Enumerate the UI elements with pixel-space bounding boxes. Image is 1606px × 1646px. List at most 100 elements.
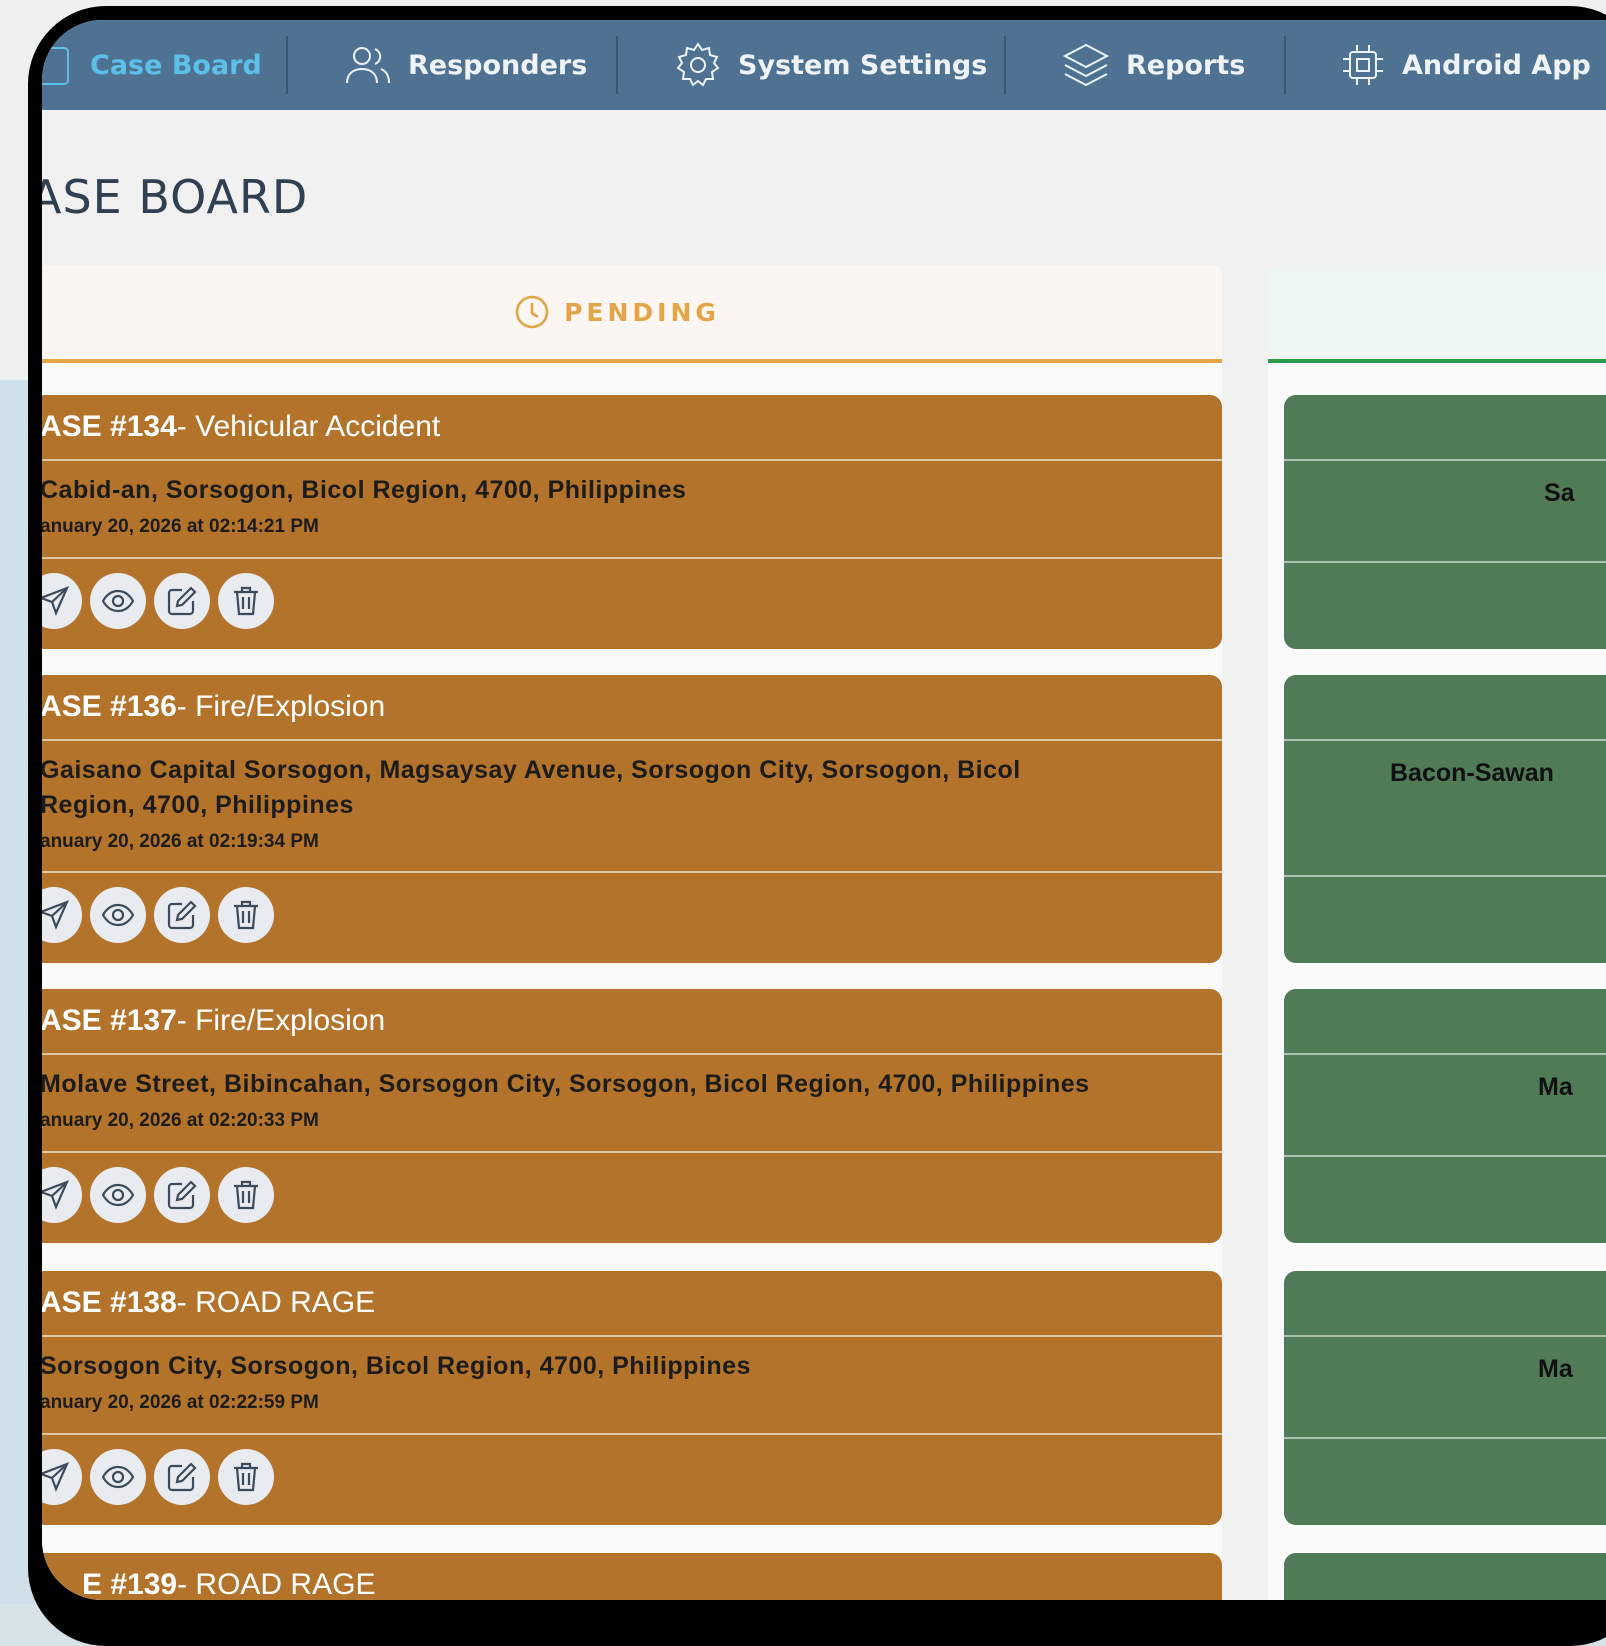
dispatch-button[interactable] [42, 887, 82, 943]
edit-icon [167, 1462, 197, 1492]
view-icon [101, 903, 135, 927]
edit-button[interactable] [154, 1449, 210, 1505]
case-address: Ma [1538, 1073, 1573, 1101]
delete-button[interactable] [218, 1449, 274, 1505]
case-card-header: ASE #134 - Vehicular Accident [42, 395, 1222, 461]
case-card-body: Molave Street, Bibincahan, Sorsogon City… [42, 1055, 1222, 1153]
case-timestamp: anuary 20, 2026 at 02:19:34 PM [42, 831, 319, 852]
nav-reports-label: Reports [1126, 49, 1246, 81]
edit-button[interactable] [154, 1167, 210, 1223]
dispatch-icon [42, 586, 70, 616]
case-card[interactable]: ASE #138 - ROAD RAGE Sorsogon City, Sors… [42, 1271, 1222, 1525]
case-card-header [1284, 989, 1606, 1055]
case-card-body: Bacon-Sawan [1284, 741, 1606, 877]
dispatch-icon [42, 1180, 70, 1210]
case-card-header: ASE #136 - Fire/Explosion [42, 675, 1222, 741]
case-card-header [1284, 1553, 1606, 1600]
clock-icon [515, 295, 549, 329]
delete-button[interactable] [218, 1167, 274, 1223]
case-card-header [1284, 675, 1606, 741]
case-number: ASE #138 [42, 1286, 177, 1319]
case-address: Ma [1538, 1355, 1573, 1383]
case-card[interactable] [1284, 1553, 1606, 1600]
dispatch-button[interactable] [42, 573, 82, 629]
nav-divider [286, 36, 288, 94]
edit-button[interactable] [154, 887, 210, 943]
case-number: ASE #136 [42, 690, 177, 723]
layers-icon [1062, 43, 1110, 87]
nav-system-settings[interactable]: System Settings [674, 37, 1004, 93]
case-actions [42, 1435, 1222, 1519]
case-card-body: Ma [1284, 1337, 1606, 1439]
case-timestamp: anuary 20, 2026 at 02:20:33 PM [42, 1110, 319, 1131]
case-address: Sorsogon City, Sorsogon, Bicol Region, 4… [42, 1352, 751, 1380]
case-address: Molave Street, Bibincahan, Sorsogon City… [42, 1070, 1090, 1098]
nav-divider [616, 36, 618, 94]
dispatch-button[interactable] [42, 1449, 82, 1505]
pending-column-label: PENDING [564, 297, 720, 327]
case-card-body: Sa [1284, 461, 1606, 563]
case-card-body: Sorsogon City, Sorsogon, Bicol Region, 4… [42, 1337, 1222, 1435]
case-timestamp: anuary 20, 2026 at 02:14:21 PM [42, 516, 319, 537]
nav-case-board-label: Case Board [90, 49, 262, 81]
case-card[interactable]: ASE #136 - Fire/Explosion Gaisano Capita… [42, 675, 1222, 963]
nav-android-app[interactable]: Android App [1340, 37, 1600, 93]
case-card[interactable]: ASE #134 - Vehicular Accident Cabid-an, … [42, 395, 1222, 649]
case-type: - ROAD RAGE [177, 1568, 376, 1600]
case-card[interactable]: Ma [1284, 1271, 1606, 1525]
delete-icon [234, 586, 258, 616]
view-button[interactable] [90, 887, 146, 943]
dispatch-icon [42, 1462, 70, 1492]
second-column-header [1268, 265, 1606, 363]
case-card-header: ASE #138 - ROAD RAGE [42, 1271, 1222, 1337]
view-button[interactable] [90, 573, 146, 629]
app-screen: Case Board Responders System Settings Re… [42, 20, 1606, 1600]
case-type: - Fire/Explosion [176, 690, 386, 723]
case-number: ASE #134 [42, 410, 177, 443]
case-card-header [1284, 1271, 1606, 1337]
case-card[interactable]: Sa [1284, 395, 1606, 649]
pending-column: PENDING ASE #134 - Vehicular Accident Ca… [42, 265, 1222, 1600]
delete-button[interactable] [218, 573, 274, 629]
case-card-body: Ma [1284, 1055, 1606, 1157]
view-icon [101, 589, 135, 613]
delete-button[interactable] [218, 887, 274, 943]
case-actions [42, 1153, 1222, 1237]
case-card[interactable]: Bacon-Sawan [1284, 675, 1606, 963]
case-card-header: ASE #137 - Fire/Explosion [42, 989, 1222, 1055]
view-button[interactable] [90, 1167, 146, 1223]
case-card-body: Cabid-an, Sorsogon, Bicol Region, 4700, … [42, 461, 1222, 559]
case-address: Sa [1544, 479, 1575, 507]
nav-divider [1284, 36, 1286, 94]
case-card[interactable]: Ma [1284, 989, 1606, 1243]
delete-icon [234, 900, 258, 930]
view-button[interactable] [90, 1449, 146, 1505]
case-address: Bacon-Sawan [1390, 759, 1554, 787]
chip-icon [1343, 45, 1383, 85]
case-card-body: Gaisano Capital Sorsogon, Magsaysay Aven… [42, 741, 1222, 873]
view-icon [101, 1465, 135, 1489]
case-card[interactable]: E #139 - ROAD RAGE [42, 1553, 1222, 1600]
delete-icon [234, 1462, 258, 1492]
case-type: - ROAD RAGE [176, 1286, 376, 1319]
nav-responders[interactable]: Responders [344, 37, 616, 93]
case-timestamp: anuary 20, 2026 at 02:22:59 PM [42, 1392, 319, 1413]
case-number: ASE #137 [42, 1004, 177, 1037]
nav-case-board[interactable]: Case Board [42, 37, 286, 93]
case-card[interactable]: ASE #137 - Fire/Explosion Molave Street,… [42, 989, 1222, 1243]
case-board-icon [42, 47, 69, 85]
case-number: E #139 [82, 1568, 178, 1600]
case-actions [42, 873, 1222, 957]
users-icon [346, 47, 390, 84]
edit-button[interactable] [154, 573, 210, 629]
edit-icon [167, 1180, 197, 1210]
dispatch-button[interactable] [42, 1167, 82, 1223]
pending-column-header: PENDING [42, 265, 1222, 363]
edit-icon [167, 900, 197, 930]
gear-icon [676, 42, 720, 87]
edit-icon [167, 586, 197, 616]
nav-reports[interactable]: Reports [1062, 37, 1284, 93]
nav-divider [1004, 36, 1006, 94]
case-card-header [1284, 395, 1606, 461]
case-address: Gaisano Capital Sorsogon, Magsaysay Aven… [42, 756, 1021, 819]
